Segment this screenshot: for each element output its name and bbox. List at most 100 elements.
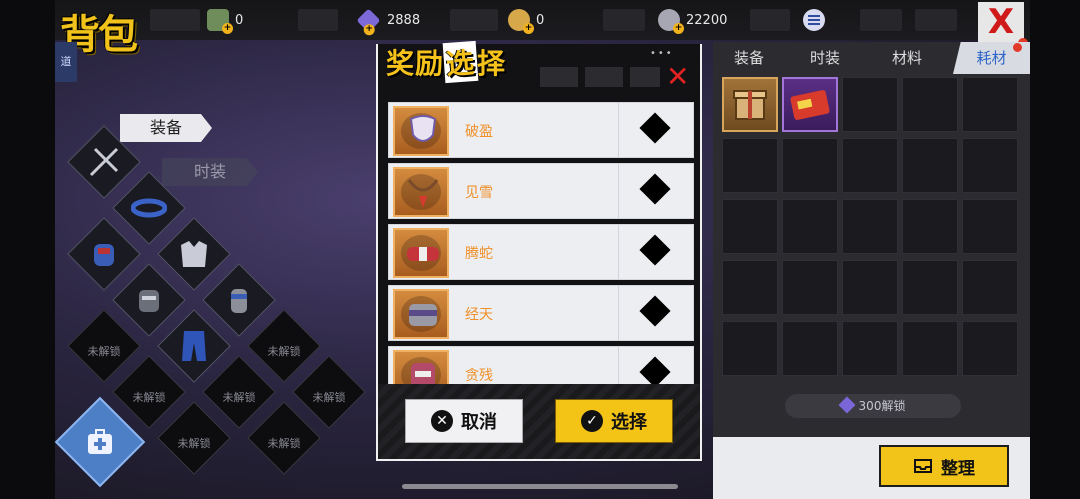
locked-slot-label: 未解锁 (267, 437, 301, 450)
reward-option-row[interactable]: 腾蛇 (388, 224, 694, 280)
locked-slot-label: 未解锁 (177, 437, 211, 450)
notification-dot (1013, 43, 1022, 52)
currency-crystal-value: 2888 (387, 12, 421, 28)
locked-slot-label: 未解锁 (222, 391, 256, 404)
currency-bar: + 0 + 2888 + 0 + 22200 (55, 0, 1030, 40)
sort-label: 整理 (941, 458, 975, 479)
gloves-icon (84, 234, 124, 274)
pants-icon (174, 326, 214, 366)
inventory-slot-empty[interactable] (962, 138, 1018, 193)
tab-fashion[interactable]: 时装 (789, 42, 861, 74)
inventory-slot-empty[interactable] (842, 199, 898, 254)
bar-slot (603, 9, 645, 31)
inventory-slot-empty[interactable] (902, 199, 958, 254)
currency-cash[interactable]: + 0 (207, 9, 244, 34)
locked-slot-label: 未解锁 (87, 345, 121, 358)
reward-option-row[interactable]: 经天 (388, 285, 694, 341)
inventory-slot-empty[interactable] (782, 321, 838, 376)
confirm-label: 选择 (611, 412, 647, 433)
reward-option-name: 见雪 (465, 185, 493, 201)
close-circle-icon: ✕ (431, 410, 453, 432)
currency-coin-value: 0 (536, 12, 545, 28)
diamond-select-icon[interactable] (639, 173, 671, 205)
bar-slot (750, 9, 790, 31)
gift-box-icon (733, 90, 767, 120)
dialog-title: 奖励选择 (386, 40, 507, 84)
inventory-slot-empty[interactable] (962, 321, 1018, 376)
reward-option-name: 破盈 (465, 124, 493, 140)
inventory-slot-empty[interactable] (722, 199, 778, 254)
inventory-slot-empty[interactable] (962, 260, 1018, 315)
sort-button[interactable]: 整理 (879, 445, 1009, 487)
crystal-icon (838, 396, 856, 414)
inventory-slot-empty[interactable] (842, 260, 898, 315)
currency-coin[interactable]: + 0 (508, 9, 545, 34)
inventory-slot-empty[interactable] (842, 77, 898, 132)
tab-equip[interactable]: 装备 (713, 42, 785, 74)
game-screen: + 0 + 2888 + 0 + 22200 背包 X 道 装备 时装 未解锁 … (0, 0, 1080, 499)
bar-slot (915, 9, 957, 31)
coin-icon: + (508, 9, 534, 34)
tab-materials[interactable]: 材料 (871, 42, 943, 74)
pendant-icon (393, 167, 449, 217)
inventory-slot-empty[interactable] (782, 260, 838, 315)
side-tab[interactable]: 道 (55, 42, 77, 82)
dialog-close-button[interactable]: ✕ (666, 62, 689, 92)
inventory-slot-empty[interactable] (842, 321, 898, 376)
close-button[interactable]: X (978, 2, 1028, 48)
currency-silver-value: 22200 (686, 12, 728, 28)
inventory-slot-empty[interactable] (782, 138, 838, 193)
more-dots: ••• (650, 48, 674, 59)
inventory-item-ticket[interactable] (782, 77, 838, 132)
screen-bezel-left (0, 0, 55, 499)
diamond-select-icon[interactable] (639, 112, 671, 144)
diamond-select-icon[interactable] (639, 295, 671, 327)
bar-slot (860, 9, 902, 31)
diamond-select-icon[interactable] (639, 356, 671, 384)
divider (618, 286, 619, 340)
inventory-slot-empty[interactable] (962, 77, 1018, 132)
inventory-slot-empty[interactable] (782, 199, 838, 254)
dialog-title-part: 奖励 (386, 47, 445, 80)
divider (618, 164, 619, 218)
inventory-item-giftbox[interactable] (722, 77, 778, 132)
reward-option-row[interactable]: 见雪 (388, 163, 694, 219)
currency-cash-value: 0 (235, 12, 244, 28)
panel-footer: 整理 (713, 437, 1030, 499)
locked-slot-label: 未解锁 (132, 391, 166, 404)
inventory-slot-empty[interactable] (902, 138, 958, 193)
unlock-slots-button[interactable]: 300解锁 (785, 394, 961, 418)
divider (618, 103, 619, 157)
confirm-select-button[interactable]: ✓ 选择 (555, 399, 673, 443)
inventory-slot-empty[interactable] (902, 260, 958, 315)
reward-option-name: 腾蛇 (465, 246, 493, 262)
unlock-label: 300解锁 (858, 399, 906, 413)
category-equip-tab[interactable]: 装备 (120, 114, 212, 142)
menu-icon[interactable] (803, 9, 825, 31)
cash-icon: + (207, 9, 233, 34)
locked-slot-label: 未解锁 (312, 391, 346, 404)
headband-icon (129, 188, 169, 228)
inventory-slot-empty[interactable] (722, 260, 778, 315)
cancel-button[interactable]: ✕ 取消 (405, 399, 523, 443)
inventory-slot-empty[interactable] (722, 138, 778, 193)
diamond-select-icon[interactable] (639, 234, 671, 266)
inventory-slot-empty[interactable] (842, 138, 898, 193)
currency-silver[interactable]: + 22200 (658, 9, 728, 34)
reward-option-row[interactable]: 破盈 (388, 102, 694, 158)
home-indicator[interactable] (402, 484, 678, 489)
bar-slot (450, 9, 498, 31)
inventory-slot-empty[interactable] (902, 321, 958, 376)
glove-icon (129, 280, 169, 320)
tray-icon (914, 459, 932, 473)
crystal-icon: + (356, 7, 381, 35)
dialog-title-part: 择 (477, 47, 507, 80)
category-fashion-tab[interactable]: 时装 (162, 158, 258, 186)
inventory-slot-empty[interactable] (722, 321, 778, 376)
silver-coin-icon: + (658, 9, 684, 34)
reward-option-row[interactable]: 贪残 (388, 346, 694, 384)
inventory-slot-empty[interactable] (962, 199, 1018, 254)
currency-crystal[interactable]: + 2888 (356, 7, 421, 35)
reward-option-list[interactable]: 破盈见雪腾蛇经天贪残 (380, 96, 698, 384)
inventory-slot-empty[interactable] (902, 77, 958, 132)
